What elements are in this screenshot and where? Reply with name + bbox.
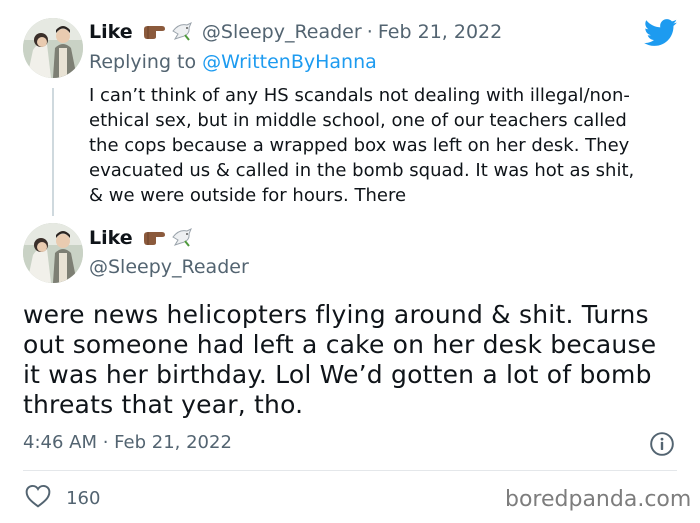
reply-tweet-header: Like @Sleepy_Reader · Feb 21, 2022 [89,21,502,45]
text-line: & we were outside for hours. There [89,185,407,206]
replying-handle-link[interactable]: @WrittenByHanna [202,51,377,73]
thread-line [52,88,54,216]
backhand-index-pointing-right-icon [142,23,166,45]
handle[interactable]: @Sleepy_Reader [89,256,249,278]
avatar-image [23,223,83,283]
replying-prefix: Replying to [89,51,197,73]
text-line: ethical sex, but in middle school, one o… [89,110,627,131]
dove-icon [171,21,193,45]
text-line: were news helicopters flying around & sh… [23,300,649,329]
info-icon[interactable] [649,431,675,461]
text-line: I can’t think of any HS scandals not dea… [89,85,630,106]
avatar[interactable] [23,18,83,78]
dove-icon [171,227,193,251]
text-line: it was her birthday. Lol We’d gotten a l… [23,360,652,389]
separator-dot: · [366,21,373,43]
main-tweet-name-row: Like [89,227,193,251]
main-tweet-text: were news helicopters flying around & sh… [23,300,688,420]
like-button[interactable]: 160 [25,484,100,512]
text-line: out someone had left a cake on her desk … [23,330,657,359]
divider [23,470,677,471]
text-line: threats that year, tho. [23,390,304,419]
heart-icon [25,484,51,512]
display-name[interactable]: Like [89,21,133,43]
tweet-date[interactable]: Feb 21, 2022 [378,21,502,43]
like-count: 160 [66,488,101,509]
avatar[interactable] [23,223,83,283]
avatar-image [23,18,83,78]
handle[interactable]: @Sleepy_Reader [202,21,362,43]
replying-to: Replying to @WrittenByHanna [89,51,377,73]
backhand-index-pointing-right-icon [142,229,166,251]
watermark: boredpanda.com [505,487,692,512]
reply-tweet-text: I can’t think of any HS scandals not dea… [89,83,689,208]
text-line: evacuated us & called in the bomb squad.… [89,160,635,181]
display-name[interactable]: Like [89,227,133,249]
twitter-bird-icon[interactable] [643,19,678,51]
tweet-timestamp[interactable]: 4:46 AM · Feb 21, 2022 [23,432,232,453]
text-line: the cops because a wrapped box was left … [89,135,630,156]
